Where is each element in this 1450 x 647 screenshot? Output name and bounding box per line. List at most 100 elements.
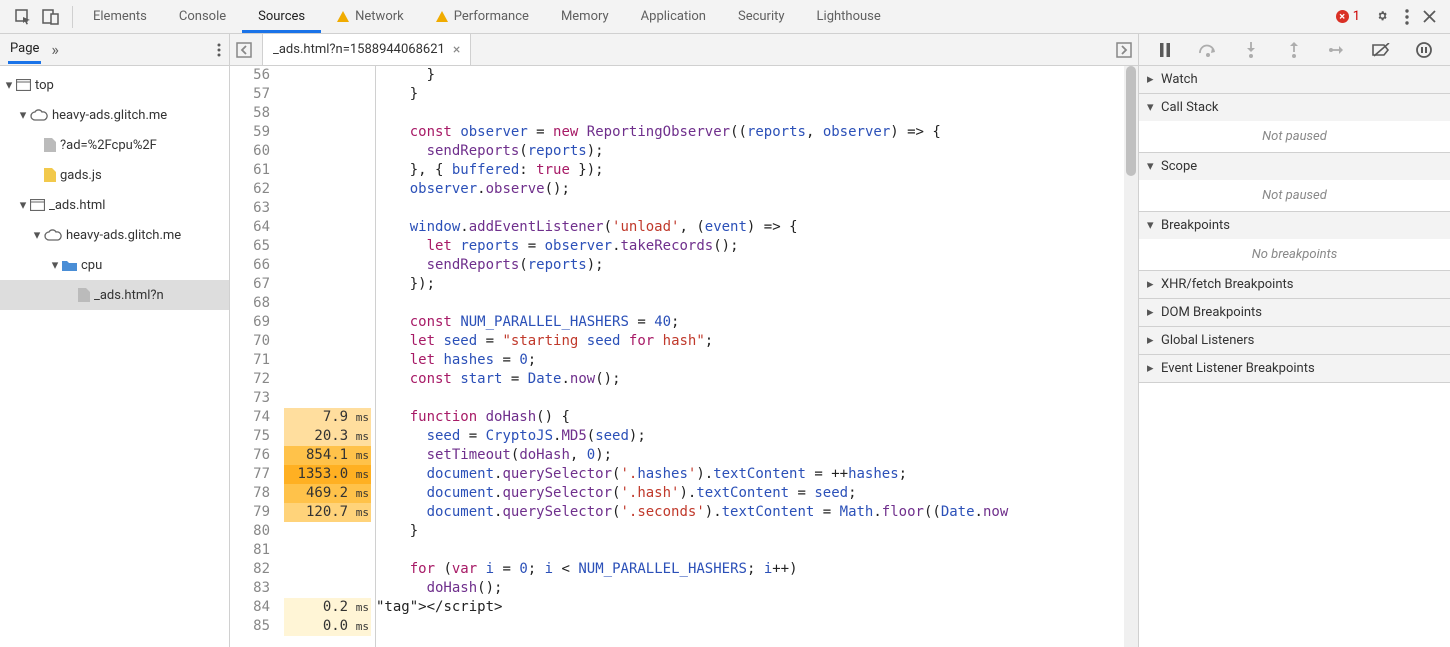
- file-tab[interactable]: _ads.html?n=1588944068621 ×: [262, 34, 471, 65]
- code-line[interactable]: });: [376, 275, 1124, 294]
- line-number[interactable]: 70: [230, 332, 270, 351]
- line-number[interactable]: 80: [230, 522, 270, 541]
- inspect-icon[interactable]: [14, 8, 32, 26]
- vertical-scrollbar[interactable]: [1124, 66, 1138, 647]
- code-line[interactable]: doHash();: [376, 579, 1124, 598]
- code-line[interactable]: [376, 389, 1124, 408]
- line-number[interactable]: 61: [230, 161, 270, 180]
- disclosure-triangle-icon[interactable]: [18, 198, 28, 213]
- page-tab[interactable]: Page: [8, 35, 41, 64]
- code-line[interactable]: [376, 294, 1124, 313]
- line-number[interactable]: 60: [230, 142, 270, 161]
- line-number[interactable]: 75: [230, 427, 270, 446]
- disclosure-triangle-icon[interactable]: [50, 258, 60, 273]
- line-number[interactable]: 65: [230, 237, 270, 256]
- code-line[interactable]: document.querySelector('.seconds').textC…: [376, 503, 1124, 522]
- navigate-history-icon[interactable]: [236, 42, 256, 58]
- tree-item[interactable]: cpu: [0, 250, 229, 280]
- step-into-icon[interactable]: [1239, 38, 1263, 62]
- error-badge[interactable]: 1: [1336, 9, 1360, 24]
- more-options-icon[interactable]: [1405, 9, 1409, 25]
- line-number[interactable]: 71: [230, 351, 270, 370]
- code-line[interactable]: [376, 541, 1124, 560]
- tree-item[interactable]: heavy-ads.glitch.me: [0, 100, 229, 130]
- panel-tab-sources[interactable]: Sources: [242, 0, 321, 33]
- line-number[interactable]: 73: [230, 389, 270, 408]
- section-header[interactable]: DOM Breakpoints: [1139, 299, 1450, 326]
- device-toolbar-icon[interactable]: [42, 9, 60, 25]
- section-header[interactable]: XHR/fetch Breakpoints: [1139, 271, 1450, 298]
- panel-tab-network[interactable]: Network: [321, 0, 420, 33]
- tree-item[interactable]: top: [0, 70, 229, 100]
- scrollbar-thumb[interactable]: [1126, 66, 1136, 176]
- code-line[interactable]: let hashes = 0;: [376, 351, 1124, 370]
- code-line[interactable]: }: [376, 85, 1124, 104]
- tree-item[interactable]: heavy-ads.glitch.me: [0, 220, 229, 250]
- line-number[interactable]: 62: [230, 180, 270, 199]
- line-number[interactable]: 74: [230, 408, 270, 427]
- tree-item[interactable]: ?ad=%2Fcpu%2F: [0, 130, 229, 160]
- code-line[interactable]: document.querySelector('.hashes').textCo…: [376, 465, 1124, 484]
- line-number[interactable]: 78: [230, 484, 270, 503]
- section-header[interactable]: Scope: [1139, 153, 1450, 180]
- panel-tab-performance[interactable]: Performance: [420, 0, 545, 33]
- line-number[interactable]: 56: [230, 66, 270, 85]
- code-editor[interactable]: 5657585960616263646566676869707172737475…: [230, 66, 1138, 647]
- step-over-icon[interactable]: [1196, 38, 1220, 62]
- code-line[interactable]: [376, 104, 1124, 123]
- code-line[interactable]: const NUM_PARALLEL_HASHERS = 40;: [376, 313, 1124, 332]
- line-number[interactable]: 83: [230, 579, 270, 598]
- tree-item[interactable]: _ads.html?n: [0, 280, 229, 310]
- section-header[interactable]: Watch: [1139, 66, 1450, 93]
- code-line[interactable]: const start = Date.now();: [376, 370, 1124, 389]
- section-header[interactable]: Call Stack: [1139, 94, 1450, 121]
- code-line[interactable]: [376, 617, 1124, 636]
- line-number[interactable]: 63: [230, 199, 270, 218]
- line-number[interactable]: 82: [230, 560, 270, 579]
- disclosure-triangle-icon[interactable]: [18, 108, 28, 123]
- panel-tab-application[interactable]: Application: [625, 0, 722, 33]
- line-number[interactable]: 64: [230, 218, 270, 237]
- close-devtools-icon[interactable]: [1423, 10, 1436, 23]
- code-line[interactable]: sendReports(reports);: [376, 256, 1124, 275]
- line-number[interactable]: 57: [230, 85, 270, 104]
- line-number[interactable]: 79: [230, 503, 270, 522]
- disclosure-triangle-icon[interactable]: [4, 78, 14, 93]
- pause-icon[interactable]: [1153, 38, 1177, 62]
- tree-item[interactable]: _ads.html: [0, 190, 229, 220]
- pause-on-exceptions-icon[interactable]: [1412, 38, 1436, 62]
- code-line[interactable]: [376, 199, 1124, 218]
- line-number[interactable]: 72: [230, 370, 270, 389]
- panel-tab-lighthouse[interactable]: Lighthouse: [801, 0, 897, 33]
- line-number[interactable]: 77: [230, 465, 270, 484]
- panel-tab-console[interactable]: Console: [163, 0, 242, 33]
- panel-tab-elements[interactable]: Elements: [77, 0, 163, 33]
- section-header[interactable]: Breakpoints: [1139, 212, 1450, 239]
- section-header[interactable]: Global Listeners: [1139, 327, 1450, 354]
- code-line[interactable]: }, { buffered: true });: [376, 161, 1124, 180]
- deactivate-breakpoints-icon[interactable]: [1369, 38, 1393, 62]
- step-out-icon[interactable]: [1282, 38, 1306, 62]
- code-line[interactable]: seed = CryptoJS.MD5(seed);: [376, 427, 1124, 446]
- panel-tab-memory[interactable]: Memory: [545, 0, 625, 33]
- file-tree[interactable]: topheavy-ads.glitch.me?ad=%2Fcpu%2Fgads.…: [0, 66, 229, 647]
- line-number[interactable]: 58: [230, 104, 270, 123]
- line-number[interactable]: 76: [230, 446, 270, 465]
- code-line[interactable]: let reports = observer.takeRecords();: [376, 237, 1124, 256]
- code-line[interactable]: let seed = "starting seed for hash";: [376, 332, 1124, 351]
- disclosure-triangle-icon[interactable]: [32, 228, 42, 243]
- section-header[interactable]: Event Listener Breakpoints: [1139, 355, 1450, 382]
- line-number[interactable]: 69: [230, 313, 270, 332]
- line-number[interactable]: 68: [230, 294, 270, 313]
- tree-item[interactable]: gads.js: [0, 160, 229, 190]
- execute-snippet-icon[interactable]: [1112, 42, 1132, 58]
- more-tabs-icon[interactable]: »: [51, 40, 59, 59]
- step-icon[interactable]: [1326, 38, 1350, 62]
- code-line[interactable]: }: [376, 522, 1124, 541]
- code-line[interactable]: }: [376, 66, 1124, 85]
- settings-icon[interactable]: [1374, 8, 1391, 25]
- code-line[interactable]: function doHash() {: [376, 408, 1124, 427]
- line-number[interactable]: 67: [230, 275, 270, 294]
- navigator-more-icon[interactable]: [217, 43, 221, 57]
- code-line[interactable]: setTimeout(doHash, 0);: [376, 446, 1124, 465]
